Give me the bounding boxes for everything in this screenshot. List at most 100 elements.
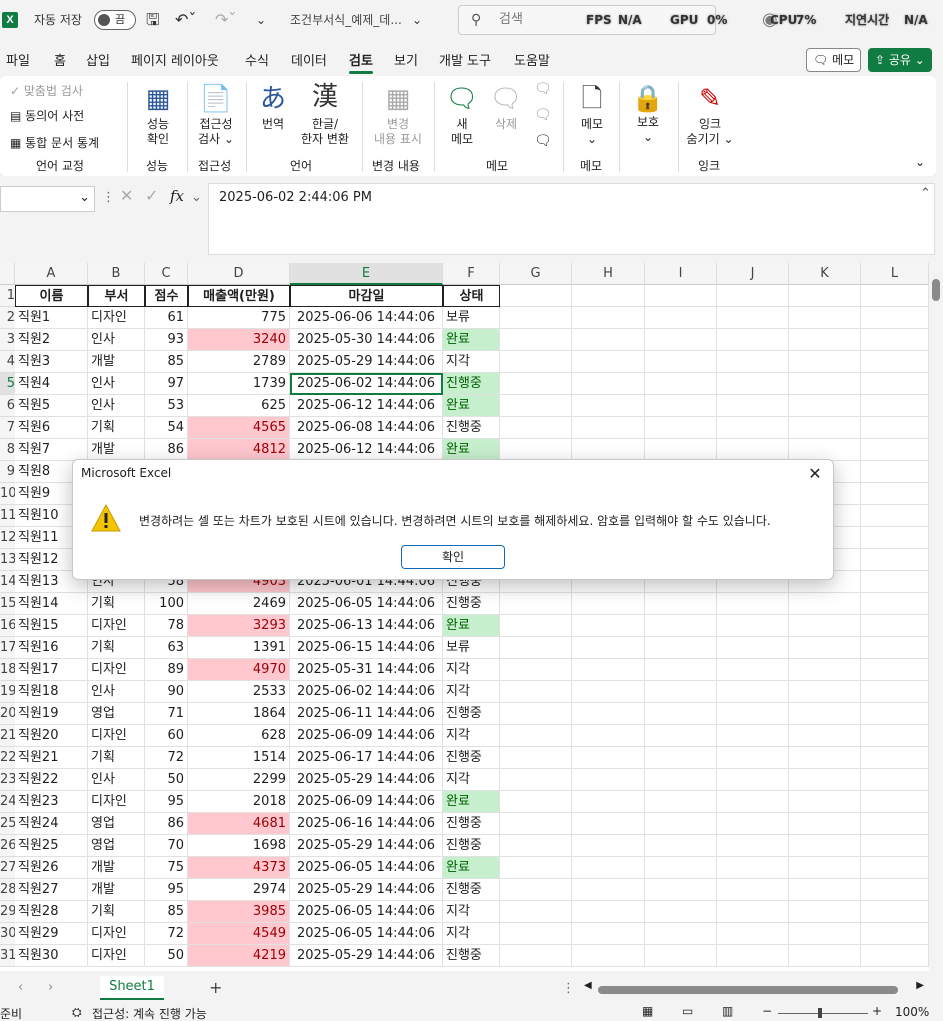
empty-cell[interactable] <box>789 725 861 747</box>
empty-cell[interactable] <box>717 901 789 923</box>
empty-cell[interactable] <box>717 329 789 351</box>
row-header[interactable]: 2 <box>0 307 15 329</box>
row-header[interactable]: 22 <box>0 747 15 769</box>
table-cell[interactable]: 97 <box>145 373 188 395</box>
table-cell[interactable]: 1391 <box>188 637 290 659</box>
empty-cell[interactable] <box>861 923 929 945</box>
table-cell[interactable]: 지각 <box>443 769 500 791</box>
table-cell[interactable]: 진행중 <box>443 373 500 395</box>
column-header-k[interactable]: K <box>789 263 861 285</box>
table-cell[interactable]: 완료 <box>443 329 500 351</box>
table-cell[interactable]: 보류 <box>443 637 500 659</box>
table-cell[interactable]: 직원19 <box>15 703 88 725</box>
table-cell[interactable]: 1864 <box>188 703 290 725</box>
check-performance-button[interactable]: 성능 확인 <box>140 117 176 147</box>
empty-cell[interactable] <box>500 615 572 637</box>
empty-cell[interactable] <box>645 769 717 791</box>
save-icon[interactable]: 🖫 <box>146 0 160 42</box>
row-header[interactable]: 8 <box>0 439 15 461</box>
empty-cell[interactable] <box>500 681 572 703</box>
empty-cell[interactable] <box>500 769 572 791</box>
table-cell[interactable]: 직원30 <box>15 945 88 967</box>
empty-cell[interactable] <box>861 505 929 527</box>
empty-cell[interactable] <box>789 945 861 967</box>
spell-check-button[interactable]: ✓ 맞춤법 검사 <box>10 84 83 99</box>
zoom-slider[interactable] <box>778 1013 868 1014</box>
table-header-cell[interactable]: 부서 <box>88 285 145 307</box>
empty-cell[interactable] <box>861 593 929 615</box>
zoom-in-icon[interactable]: + <box>872 1004 882 1018</box>
table-cell[interactable]: 2974 <box>188 879 290 901</box>
empty-cell[interactable] <box>645 923 717 945</box>
undo-icon[interactable]: ↶ˇ <box>175 0 196 42</box>
empty-cell[interactable] <box>717 285 789 307</box>
empty-cell[interactable] <box>500 373 572 395</box>
notes-button[interactable]: 메모 ⌄ <box>574 117 610 147</box>
table-cell[interactable]: 60 <box>145 725 188 747</box>
empty-cell[interactable] <box>861 373 929 395</box>
empty-cell[interactable] <box>789 681 861 703</box>
horizontal-scrollbar[interactable]: ◀ ▶ <box>584 980 924 995</box>
tab-help[interactable]: 도움말 <box>514 50 550 69</box>
empty-cell[interactable] <box>645 329 717 351</box>
table-cell[interactable]: 2025-06-08 14:44:06 <box>290 417 443 439</box>
filename-chevron-icon[interactable]: ⌄ <box>412 0 422 42</box>
table-cell[interactable]: 디자인 <box>88 791 145 813</box>
empty-cell[interactable] <box>717 703 789 725</box>
table-cell[interactable]: 4219 <box>188 945 290 967</box>
table-cell[interactable]: 직원23 <box>15 791 88 813</box>
table-cell[interactable]: 직원4 <box>15 373 88 395</box>
add-sheet-icon[interactable]: + <box>209 978 222 997</box>
new-comment-button[interactable]: 새 메모 <box>444 117 480 147</box>
table-cell[interactable]: 직원14 <box>15 593 88 615</box>
row-header[interactable]: 29 <box>0 901 15 923</box>
empty-cell[interactable] <box>500 835 572 857</box>
table-cell[interactable]: 2025-06-06 14:44:06 <box>290 307 443 329</box>
table-cell[interactable]: 직원25 <box>15 835 88 857</box>
table-cell[interactable]: 2025-06-12 14:44:06 <box>290 439 443 461</box>
row-header[interactable]: 5 <box>0 373 15 395</box>
show-comments-icon[interactable]: 🗨 <box>534 134 552 149</box>
sheet-tab-sheet1[interactable]: Sheet1 <box>100 976 164 1000</box>
table-cell[interactable]: 디자인 <box>88 659 145 681</box>
empty-cell[interactable] <box>645 285 717 307</box>
empty-cell[interactable] <box>717 835 789 857</box>
previous-comment-icon[interactable]: 🗨 <box>534 82 552 97</box>
quick-access-more-icon[interactable]: ⌄ <box>256 0 266 42</box>
table-cell[interactable]: 50 <box>145 769 188 791</box>
empty-cell[interactable] <box>861 901 929 923</box>
empty-cell[interactable] <box>572 637 645 659</box>
table-header-cell[interactable]: 매출액(만원) <box>188 285 290 307</box>
table-cell[interactable]: 2025-06-13 14:44:06 <box>290 615 443 637</box>
table-cell[interactable]: 4681 <box>188 813 290 835</box>
cancel-entry-icon[interactable]: ✕ <box>120 186 133 205</box>
row-header[interactable]: 14 <box>0 571 15 593</box>
empty-cell[interactable] <box>861 659 929 681</box>
tab-review[interactable]: 검토 <box>349 50 373 74</box>
empty-cell[interactable] <box>789 769 861 791</box>
empty-cell[interactable] <box>500 307 572 329</box>
row-header[interactable]: 9 <box>0 461 15 483</box>
empty-cell[interactable] <box>861 351 929 373</box>
expand-formula-bar-icon[interactable]: ⌃ <box>920 186 931 201</box>
empty-cell[interactable] <box>500 395 572 417</box>
empty-cell[interactable] <box>572 285 645 307</box>
empty-cell[interactable] <box>789 923 861 945</box>
table-cell[interactable]: 3293 <box>188 615 290 637</box>
empty-cell[interactable] <box>861 615 929 637</box>
table-cell[interactable]: 775 <box>188 307 290 329</box>
row-header[interactable]: 11 <box>0 505 15 527</box>
row-header[interactable]: 13 <box>0 549 15 571</box>
table-cell[interactable]: 디자인 <box>88 307 145 329</box>
empty-cell[interactable] <box>572 703 645 725</box>
empty-cell[interactable] <box>572 351 645 373</box>
table-cell[interactable]: 직원17 <box>15 659 88 681</box>
empty-cell[interactable] <box>645 659 717 681</box>
empty-cell[interactable] <box>717 791 789 813</box>
empty-cell[interactable] <box>500 329 572 351</box>
table-cell[interactable]: 75 <box>145 857 188 879</box>
empty-cell[interactable] <box>645 747 717 769</box>
empty-cell[interactable] <box>861 791 929 813</box>
empty-cell[interactable] <box>861 747 929 769</box>
empty-cell[interactable] <box>645 593 717 615</box>
